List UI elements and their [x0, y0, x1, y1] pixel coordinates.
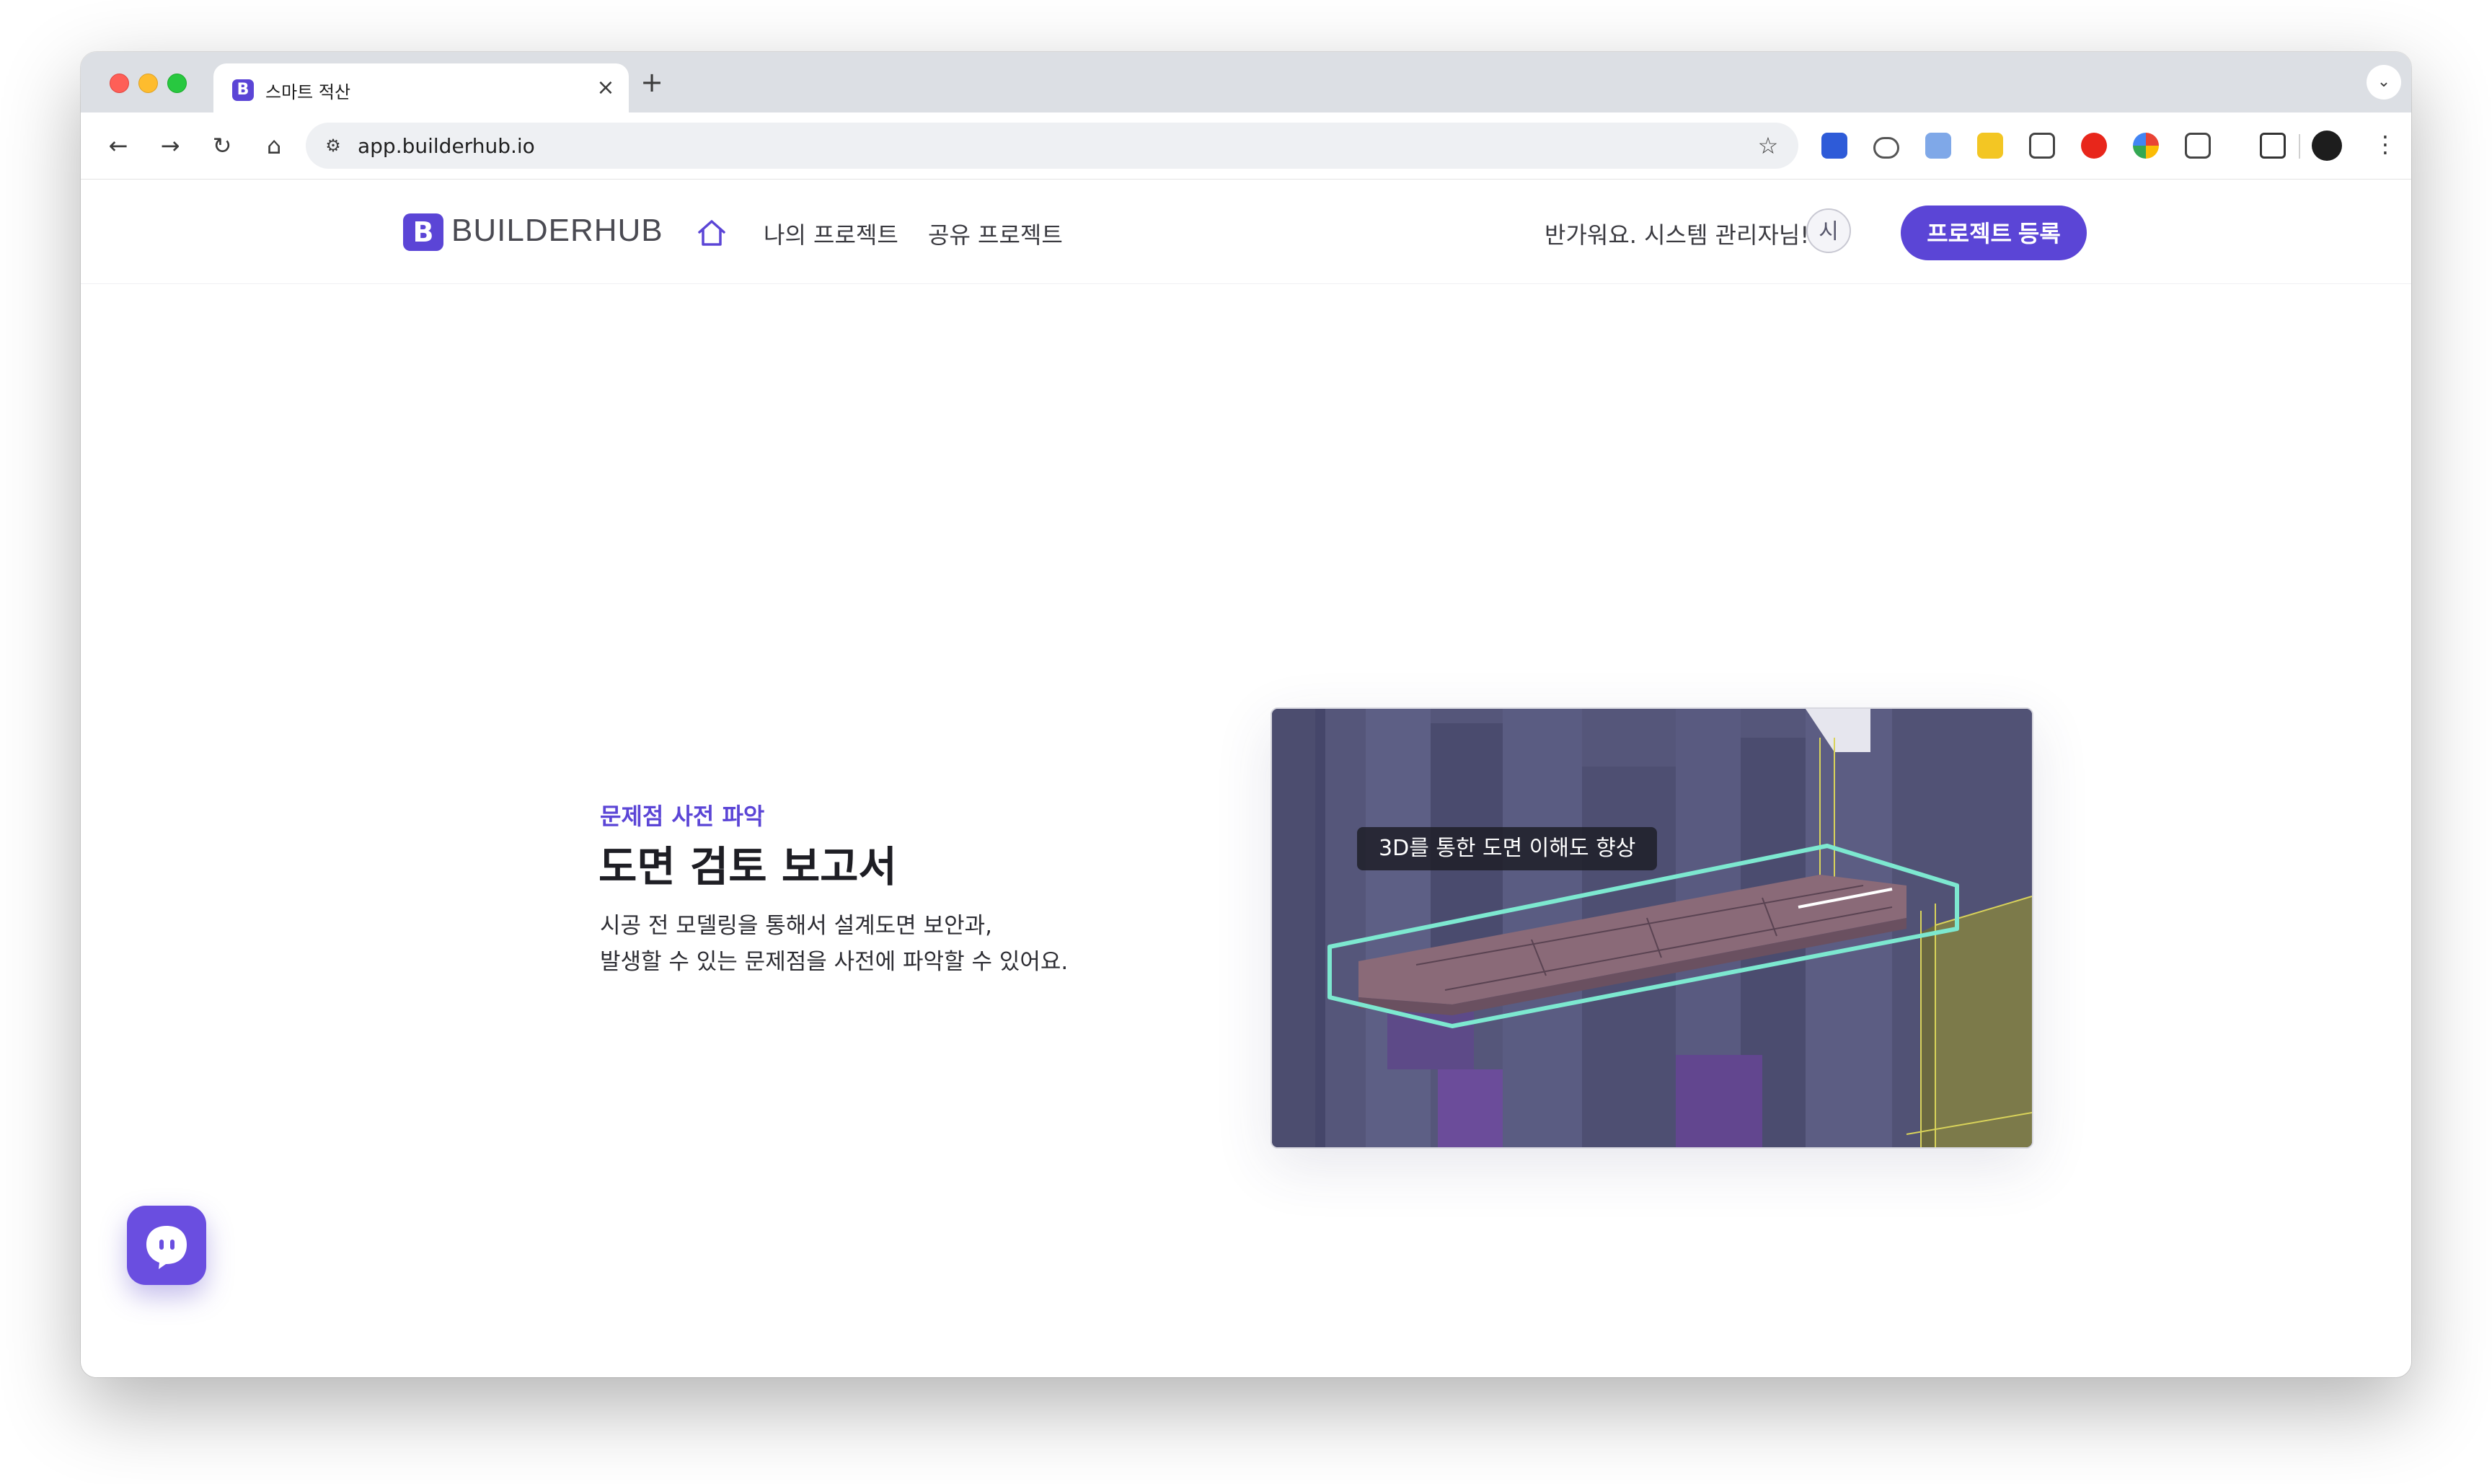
builderhub-favicon-icon: B: [232, 79, 254, 101]
hero-description-line-2: 발생할 수 있는 문제점을 사전에 파악할 수 있어요.: [600, 949, 1069, 975]
reload-icon[interactable]: ↻: [203, 127, 241, 164]
nav-shared-projects[interactable]: 공유 프로젝트: [928, 217, 1063, 250]
bookmark-star-icon[interactable]: ☆: [1754, 131, 1782, 160]
tab-title: 스마트 적산: [265, 82, 351, 102]
browser-window: B 스마트 적산 × + ⌄ ← → ↻ ⌂ ⚙ app.builderhub.…: [81, 52, 2411, 1377]
extension-clipboard-icon[interactable]: [1925, 133, 1951, 159]
browser-toolbar: ← → ↻ ⌂ ⚙ app.builderhub.io ☆ ⋮: [81, 112, 2411, 180]
home-icon[interactable]: ⌂: [255, 127, 293, 164]
user-avatar[interactable]: 시: [1806, 208, 1851, 253]
extension-color-picker-icon[interactable]: [2133, 133, 2159, 159]
user-greeting: 반가워요. 시스템 관리자님!: [1545, 221, 1810, 249]
tab-strip: B 스마트 적산 × + ⌄: [81, 52, 2411, 112]
extension-notes-icon[interactable]: [1977, 133, 2003, 159]
register-project-button[interactable]: 프로젝트 등록: [1901, 206, 2087, 260]
sidepanel-icon[interactable]: [2260, 133, 2286, 159]
maximize-window-button[interactable]: [167, 74, 187, 93]
nav-my-projects[interactable]: 나의 프로젝트: [764, 217, 898, 250]
forward-icon[interactable]: →: [151, 127, 189, 164]
address-bar[interactable]: ⚙ app.builderhub.io ☆: [306, 123, 1798, 169]
bim-model-illustration: [1272, 709, 2032, 1147]
chat-support-button[interactable]: [127, 1206, 206, 1285]
extension-cloud-icon[interactable]: [1873, 137, 1899, 159]
close-window-button[interactable]: [110, 74, 129, 93]
tab-search-chevron-icon[interactable]: ⌄: [2367, 65, 2401, 100]
toolbar-divider: [2299, 134, 2300, 159]
image-caption-tooltip: 3D를 통한 도면 이해도 향상: [1357, 827, 1658, 870]
chat-bubble-icon: [146, 1226, 187, 1269]
back-icon[interactable]: ←: [100, 127, 137, 164]
site-settings-icon[interactable]: ⚙: [322, 134, 345, 157]
close-tab-icon[interactable]: ×: [591, 74, 620, 102]
model-preview-image: 3D를 통한 도면 이해도 향상: [1271, 707, 2033, 1149]
hero-description: 시공 전 모델링을 통해서 설계도면 보안과, 발생할 수 있는 문제점을 사전…: [600, 908, 1068, 980]
app-header: B BUILDERHUB 나의 프로젝트 공유 프로젝트 반가워요. 시스템 관…: [81, 180, 2411, 284]
extensions-puzzle-icon[interactable]: [2185, 133, 2211, 159]
hero-title: 도면 검토 보고서: [598, 842, 897, 891]
new-tab-icon[interactable]: +: [636, 66, 668, 98]
logo-wordmark[interactable]: BUILDERHUB: [451, 213, 663, 249]
minimize-window-button[interactable]: [138, 74, 158, 93]
profile-avatar-icon[interactable]: [2312, 131, 2342, 161]
extension-bitwarden-icon[interactable]: [1821, 133, 1847, 159]
extension-adblock-icon[interactable]: [2081, 133, 2107, 159]
url-text[interactable]: app.builderhub.io: [358, 134, 535, 158]
hero-eyebrow: 문제점 사전 파악: [600, 803, 765, 830]
home-nav-icon[interactable]: [695, 216, 728, 249]
app-page: B BUILDERHUB 나의 프로젝트 공유 프로젝트 반가워요. 시스템 관…: [81, 180, 2411, 1377]
browser-menu-icon[interactable]: ⋮: [2367, 125, 2404, 163]
builderhub-logo-icon[interactable]: B: [403, 213, 443, 251]
browser-tab-active[interactable]: B 스마트 적산 ×: [213, 63, 629, 112]
extension-crown-icon[interactable]: [2029, 133, 2055, 159]
hero-description-line-1: 시공 전 모델링을 통해서 설계도면 보안과,: [600, 913, 992, 939]
